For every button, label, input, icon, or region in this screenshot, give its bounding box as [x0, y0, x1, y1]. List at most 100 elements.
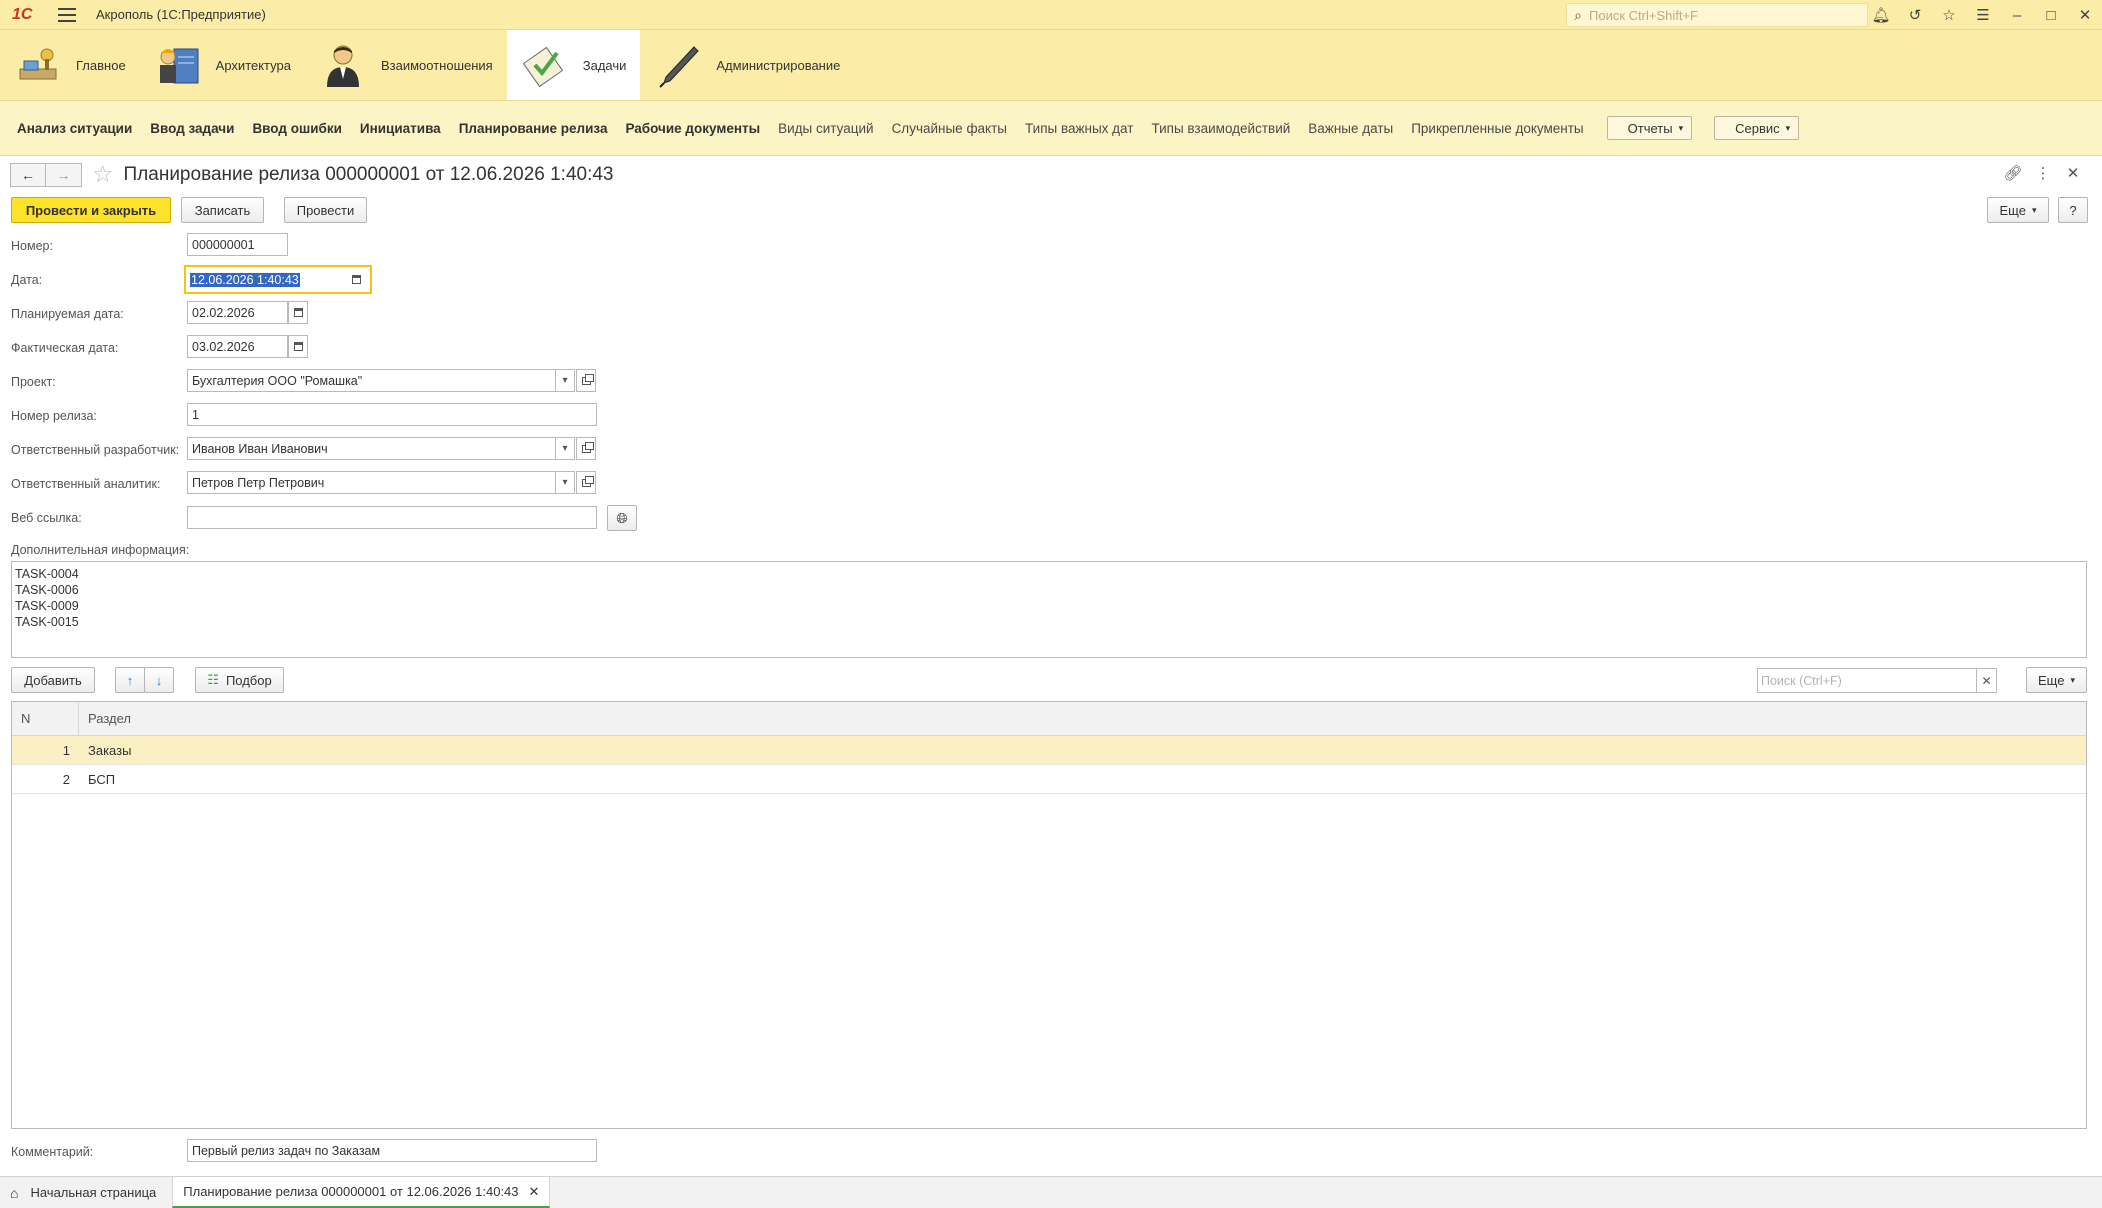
section-label: Администрирование [716, 57, 841, 73]
analyst-dropdown-button[interactable]: ▾ [555, 471, 575, 494]
link-icon[interactable]: 🔗︎ [1998, 164, 2028, 182]
comment-field[interactable]: Первый релиз задач по Заказам [187, 1139, 597, 1162]
nav-item-situation-types[interactable]: Виды ситуаций [778, 121, 873, 136]
forward-button[interactable]: → [46, 163, 82, 187]
release-number-field[interactable]: 1 [187, 403, 597, 426]
pick-button[interactable]: ☷ Подбор [195, 667, 284, 693]
chevron-down-icon: ▾ [562, 477, 568, 488]
extra-info-textarea[interactable]: TASK-0004 TASK-0006 TASK-0009 TASK-0015 [11, 561, 2087, 658]
nav-item-situation-analysis[interactable]: Анализ ситуации [17, 121, 132, 136]
planned-date-calendar-button[interactable] [288, 301, 308, 324]
table-search-input[interactable]: Поиск (Ctrl+F) ✕ [1757, 668, 1997, 693]
chevron-down-icon: ▾ [1785, 122, 1791, 133]
extra-info-line: TASK-0015 [15, 615, 79, 629]
section-label: Архитектура [215, 57, 291, 73]
number-field[interactable]: 000000001 [187, 233, 288, 256]
project-dropdown-button[interactable]: ▾ [555, 369, 575, 392]
planned-date-field[interactable]: 02.02.2026 [187, 301, 288, 324]
more-vertical-icon[interactable]: ⋮ [2028, 164, 2058, 182]
1c-logo-icon[interactable]: 1С [12, 5, 42, 25]
post-and-close-button[interactable]: Провести и закрыть [11, 197, 171, 223]
maximize-icon[interactable]: □ [2034, 7, 2068, 24]
date-calendar-button[interactable] [346, 268, 366, 291]
sections-table[interactable]: N Раздел 1 Заказы 2 БСП [11, 701, 2087, 1129]
section-navigation-bar: Анализ ситуации Ввод задачи Ввод ошибки … [0, 100, 2102, 156]
move-down-button[interactable]: ↓ [144, 667, 174, 693]
nav-item-attached-documents[interactable]: Прикрепленные документы [1411, 121, 1583, 136]
close-tab-icon[interactable]: ✕ [529, 1184, 540, 1200]
star-icon[interactable]: ☆ [1932, 6, 1966, 24]
reports-dropdown[interactable]: Отчеты ▾ [1606, 116, 1693, 140]
chevron-down-icon: ▾ [562, 443, 568, 454]
project-field[interactable]: Бухгалтерия ООО "Ромашка" [187, 369, 556, 392]
analyst-open-button[interactable] [576, 471, 596, 494]
date-field[interactable]: 12.06.2026 1:40:43 [184, 265, 372, 294]
main-menu-icon[interactable] [58, 7, 76, 22]
web-link-field[interactable] [187, 506, 597, 529]
table-more-button[interactable]: Еще ▾ [2026, 667, 2087, 693]
minimize-icon[interactable]: – [2000, 7, 2034, 24]
table-row[interactable]: 1 Заказы [12, 736, 2086, 765]
add-row-button[interactable]: Добавить [11, 667, 95, 693]
extra-info-line: TASK-0009 [15, 599, 79, 613]
date-value: 12.06.2026 1:40:43 [190, 272, 300, 287]
column-header-section[interactable]: Раздел [79, 711, 131, 726]
nav-item-release-planning[interactable]: Планирование релиза [459, 121, 608, 136]
analyst-field[interactable]: Петров Петр Петрович [187, 471, 556, 494]
help-button[interactable]: ? [2058, 197, 2088, 223]
section-admin[interactable]: Администрирование [640, 30, 854, 100]
service-dropdown[interactable]: Сервис ▾ [1714, 116, 1800, 140]
tab-home-page[interactable]: ⌂ Начальная страница [0, 1177, 166, 1208]
section-relations[interactable]: Взаимоотношения [305, 30, 507, 100]
clear-search-icon[interactable]: ✕ [1976, 669, 1996, 692]
developer-field[interactable]: Иванов Иван Иванович [187, 437, 556, 460]
developer-dropdown-button[interactable]: ▾ [555, 437, 575, 460]
project-open-button[interactable] [576, 369, 596, 392]
form-header: ← → ☆ Планирование релиза 000000001 от 1… [10, 162, 614, 188]
close-icon[interactable]: ✕ [2068, 6, 2102, 24]
actual-date-label: Фактическая дата: [11, 341, 119, 355]
comment-label: Комментарий: [11, 1145, 94, 1159]
post-button[interactable]: Провести [284, 197, 367, 223]
section-architecture[interactable]: Архитектура [140, 30, 305, 100]
menu-lines-icon[interactable]: ☰ [1966, 6, 2000, 24]
service-label: Сервис [1735, 120, 1780, 136]
nav-item-task-entry[interactable]: Ввод задачи [150, 121, 234, 136]
nav-item-initiative[interactable]: Инициатива [360, 121, 441, 136]
page-title: Планирование релиза 000000001 от 12.06.2… [123, 164, 614, 185]
developer-open-button[interactable] [576, 437, 596, 460]
section-tasks[interactable]: Задачи [506, 30, 641, 100]
nav-item-important-date-types[interactable]: Типы важных дат [1025, 121, 1133, 136]
bell-icon[interactable]: 🔔︎ [1864, 6, 1898, 24]
back-button[interactable]: ← [10, 163, 46, 187]
nav-item-work-documents[interactable]: Рабочие документы [625, 121, 760, 136]
history-icon[interactable]: ↺ [1898, 6, 1932, 24]
date-label: Дата: [11, 273, 43, 287]
tab-current-document[interactable]: Планирование релиза 000000001 от 12.06.2… [172, 1177, 551, 1208]
actual-date-field[interactable]: 03.02.2026 [187, 335, 288, 358]
more-button[interactable]: Еще ▾ [1987, 197, 2049, 223]
column-header-n[interactable]: N [12, 702, 79, 735]
open-web-link-button[interactable]: 🌐︎ [607, 505, 637, 531]
nav-item-random-facts[interactable]: Случайные факты [892, 121, 1007, 136]
global-search-input[interactable]: ⌕ Поиск Ctrl+Shift+F [1566, 3, 1868, 27]
table-row[interactable]: 2 БСП [12, 765, 2086, 794]
person-icon [326, 45, 359, 87]
planned-date-label: Планируемая дата: [11, 307, 124, 321]
section-label: Главное [76, 57, 126, 73]
nav-item-important-dates[interactable]: Важные даты [1308, 121, 1393, 136]
calendar-icon [351, 275, 361, 284]
section-label: Взаимоотношения [380, 57, 493, 73]
open-icon [581, 373, 594, 385]
favorite-star-icon[interactable]: ☆ [92, 163, 114, 187]
close-form-icon[interactable]: ✕ [2058, 164, 2088, 182]
nav-item-interaction-types[interactable]: Типы взаимодействий [1151, 121, 1290, 136]
nav-item-bug-entry[interactable]: Ввод ошибки [252, 121, 341, 136]
tab-home-label: Начальная страница [30, 1185, 157, 1200]
save-button[interactable]: Записать [181, 197, 264, 223]
home-desk-icon [19, 48, 57, 80]
actual-date-calendar-button[interactable] [288, 335, 308, 358]
section-main[interactable]: Главное [0, 30, 140, 100]
arrow-up-icon: ↑ [126, 672, 134, 688]
move-up-button[interactable]: ↑ [115, 667, 145, 693]
